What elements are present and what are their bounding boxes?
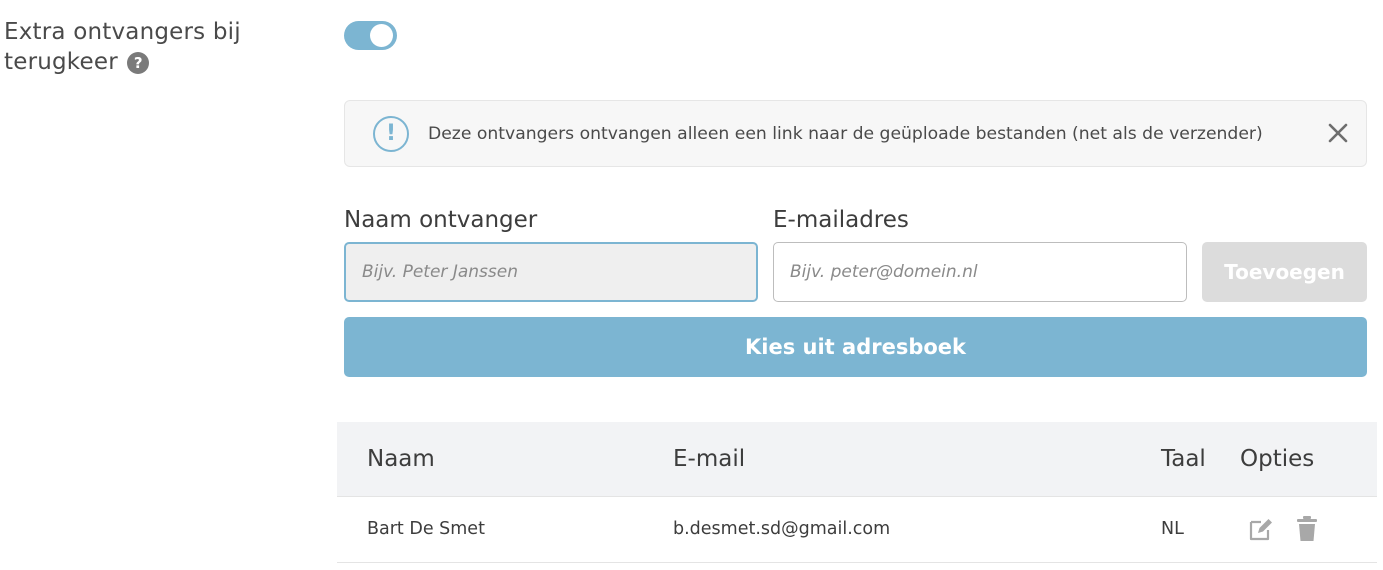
recipient-name-label: Naam ontvanger	[344, 207, 538, 233]
header-name: Naam	[367, 446, 435, 472]
recipients-table: Naam E-mail Taal Opties Bart De Smet b.d…	[337, 422, 1377, 563]
edit-icon[interactable]	[1247, 514, 1275, 544]
setting-label-text: Extra ontvangers bij terugkeer	[4, 19, 241, 75]
header-options: Opties	[1240, 446, 1315, 472]
question-circle-icon[interactable]: ?	[127, 52, 150, 74]
choose-from-addressbook-button[interactable]: Kies uit adresboek	[344, 317, 1367, 377]
toggle-knob	[370, 24, 393, 47]
extra-recipients-toggle[interactable]	[344, 21, 397, 50]
row-name: Bart De Smet	[367, 519, 485, 539]
email-address-label: E-mailadres	[773, 207, 909, 233]
table-row: Bart De Smet b.desmet.sd@gmail.com NL	[337, 497, 1377, 563]
exclamation-circle-icon: !	[373, 116, 409, 152]
email-address-input[interactable]	[773, 242, 1187, 302]
trash-icon[interactable]	[1293, 514, 1321, 544]
info-text: Deze ontvangers ontvangen alleen een lin…	[428, 124, 1263, 144]
close-icon[interactable]	[1324, 119, 1352, 147]
header-email: E-mail	[673, 446, 746, 472]
recipient-name-input[interactable]	[344, 242, 758, 302]
setting-label: Extra ontvangers bij terugkeer ?	[4, 17, 304, 77]
row-email: b.desmet.sd@gmail.com	[673, 519, 891, 539]
add-recipient-button[interactable]: Toevoegen	[1202, 242, 1367, 302]
row-language: NL	[1161, 519, 1184, 539]
table-header: Naam E-mail Taal Opties	[337, 422, 1377, 497]
header-language: Taal	[1161, 446, 1206, 472]
info-alert: ! Deze ontvangers ontvangen alleen een l…	[344, 100, 1367, 167]
